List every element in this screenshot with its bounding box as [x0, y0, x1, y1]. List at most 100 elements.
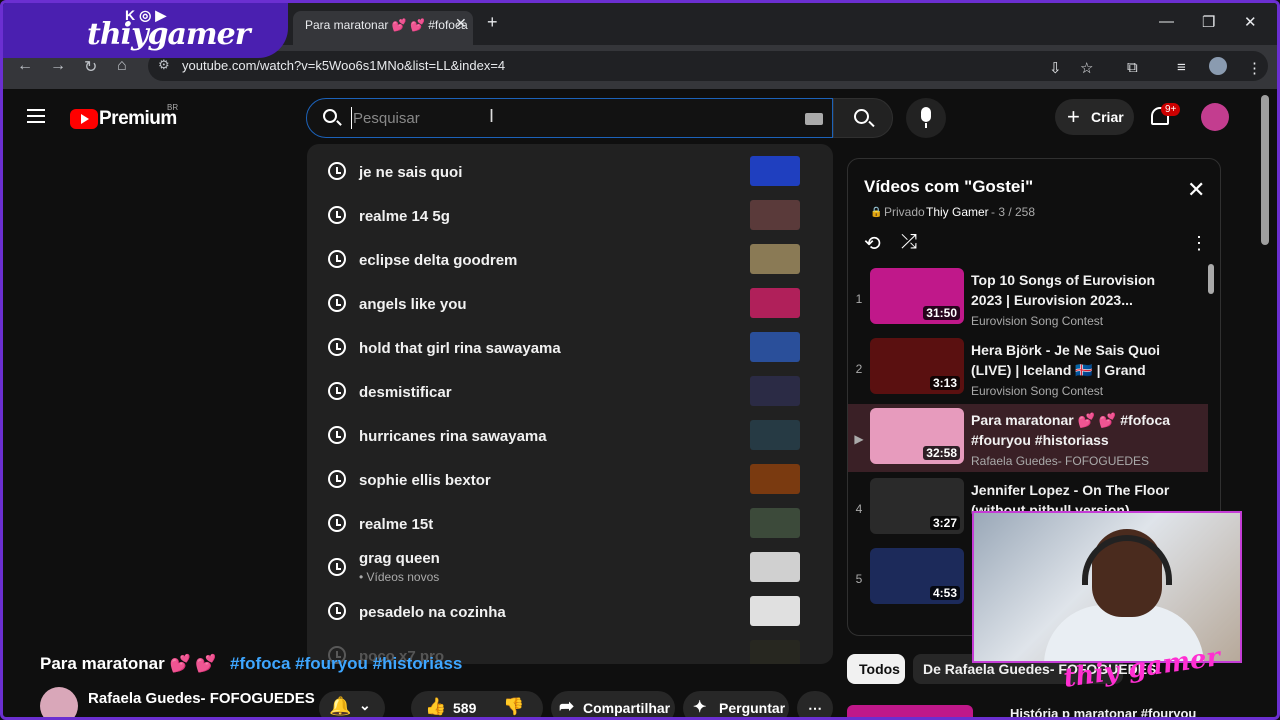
create-button[interactable]: + Criar [1055, 99, 1134, 135]
more-horizontal-icon: ⋯ [808, 700, 822, 716]
extensions-icon[interactable]: ⧉ [1127, 59, 1138, 76]
share-button[interactable]: ➦ Compartilhar [551, 691, 675, 717]
suggestion-item[interactable]: angels like you [307, 282, 833, 326]
history-icon [328, 294, 346, 312]
duration-badge: 32:58 [923, 446, 960, 460]
youtube-logo-icon[interactable] [70, 109, 98, 129]
next-video-peek[interactable]: História p maratonar #fouryou [847, 701, 1247, 717]
browser-tab[interactable]: Para maratonar 💕 💕 #fofoca [293, 11, 473, 45]
more-actions-button[interactable]: ⋯ [797, 691, 833, 717]
search-button[interactable] [833, 98, 893, 138]
more-options-icon[interactable]: ⋮ [1190, 233, 1208, 254]
back-icon[interactable]: ← [17, 57, 33, 75]
suggestion-thumbnail [750, 200, 800, 230]
playlist-item[interactable]: ▶ 32:58 Para maratonar 💕 💕 #fofoca #fouryo… [848, 404, 1208, 472]
window-close-icon[interactable]: ✕ [1244, 13, 1257, 31]
install-app-icon[interactable]: ⇩ [1049, 59, 1062, 77]
chip-all[interactable]: Todos [847, 654, 905, 684]
suggestion-item[interactable]: hold that girl rina sawayama [307, 326, 833, 370]
suggestion-thumbnail [750, 244, 800, 274]
like-count[interactable]: 589 [453, 700, 476, 716]
sparkle-icon: ✦ [693, 699, 707, 716]
channel-avatar[interactable] [40, 687, 78, 717]
forward-icon[interactable]: → [50, 57, 66, 75]
dislike-icon[interactable]: 👎 [503, 697, 524, 717]
like-icon[interactable]: 👍 [425, 697, 446, 717]
browser-menu-icon[interactable]: ⋮ [1247, 59, 1262, 77]
suggestion-item[interactable]: je ne sais quoi [307, 150, 833, 194]
playlist-item[interactable]: 2 3:13 Hera Björk - Je Ne Sais Quoi (LIVE)… [848, 334, 1208, 402]
region-label: BR [167, 103, 179, 112]
ask-button[interactable]: ✦ Perguntar [683, 691, 789, 717]
suggestion-thumbnail [750, 288, 800, 318]
create-label: Criar [1091, 109, 1124, 125]
search-suggestions: je ne sais quoi realme 14 5g eclipse delta… [307, 144, 833, 664]
suggestion-text: hurricanes rina sawayama [359, 428, 547, 445]
playlist-item-title: Top 10 Songs of Eurovision 2023 | Eurovi… [971, 272, 1156, 308]
profile-avatar[interactable] [1209, 57, 1227, 75]
suggestion-text: grag queen [359, 550, 440, 567]
account-avatar[interactable] [1201, 103, 1229, 131]
suggestion-item[interactable]: desmistificar [307, 370, 833, 414]
page-scrollbar[interactable] [1261, 95, 1269, 245]
playlist-item[interactable]: 1 31:50 Top 10 Songs of Eurovision 2023 | … [848, 264, 1208, 332]
suggestion-thumbnail [750, 596, 800, 626]
share-label: Compartilhar [583, 700, 671, 716]
suggestion-item[interactable]: realme 15t [307, 502, 833, 546]
site-info-icon[interactable]: ⚙ [158, 57, 170, 73]
menu-icon[interactable] [27, 109, 45, 123]
playlist-item-thumbnail: 31:50 [870, 268, 964, 324]
voice-search-button[interactable] [906, 98, 946, 138]
duration-badge: 31:50 [923, 306, 960, 320]
shuffle-icon[interactable]: ⤮ [901, 231, 917, 254]
suggestion-item[interactable]: realme 14 5g [307, 194, 833, 238]
microphone-icon [921, 107, 931, 128]
bookmark-star-icon[interactable]: ☆ [1080, 59, 1093, 77]
suggestion-item[interactable]: sophie ellis bextor [307, 458, 833, 502]
duration-badge: 3:27 [929, 516, 960, 530]
screen: Para maratonar 💕 💕 #fofoca ✕ + — ❐ ✕ ← →… [0, 0, 1280, 720]
new-tab-icon[interactable]: + [487, 12, 498, 33]
subscribe-bell-button[interactable]: 🔔 ⌄ [319, 691, 385, 717]
plus-icon: + [1067, 104, 1080, 129]
suggestion-thumbnail [750, 640, 800, 664]
home-icon[interactable]: ⌂ [117, 57, 127, 75]
restore-icon[interactable]: ❐ [1202, 13, 1215, 31]
close-icon[interactable]: ✕ [1187, 177, 1205, 203]
url-text: youtube.com/watch?v=k5Woo6s1MNo&list=LL&… [182, 58, 506, 73]
tab-title: Para maratonar 💕 💕 #fofoca [305, 18, 468, 32]
media-control-icon[interactable]: ≡ [1177, 59, 1186, 76]
suggestion-item[interactable]: hurricanes rina sawayama [307, 414, 833, 458]
brand-label[interactable]: Premium [99, 108, 177, 130]
history-icon [328, 382, 346, 400]
playlist-owner[interactable]: Thiy Gamer [926, 205, 989, 219]
youtube-header: Premium BR I + Criar 9+ [3, 89, 1277, 147]
minimize-icon[interactable]: — [1159, 13, 1174, 30]
webcam-overlay [972, 511, 1242, 663]
playlist-scrollbar[interactable] [1208, 264, 1214, 294]
loop-icon[interactable]: ⟲ [864, 231, 881, 256]
playlist-item-index: 4 [855, 502, 863, 516]
suggestion-thumbnail [750, 156, 800, 186]
playlist-item-index: 5 [855, 572, 863, 586]
suggestion-text: pesadelo na cozinha [359, 604, 506, 621]
playlist-title[interactable]: Vídeos com "Gostei" [864, 177, 1033, 197]
search-box[interactable]: I [306, 98, 833, 138]
channel-name[interactable]: Rafaela Guedes- FOFOGUEDES [88, 690, 315, 707]
address-bar[interactable]: ⚙ youtube.com/watch?v=k5Woo6s1MNo&list=L… [148, 51, 1268, 81]
suggestion-item[interactable]: grag queen • Vídeos novos [307, 546, 833, 590]
reload-icon[interactable]: ↻ [84, 57, 97, 77]
history-icon [328, 470, 346, 488]
suggestion-item[interactable]: eclipse delta goodrem [307, 238, 833, 282]
search-input[interactable] [351, 107, 791, 129]
video-hashtags[interactable]: #fofoca #fouryou #historiass [230, 654, 462, 674]
suggestion-item[interactable]: pesadelo na cozinha [307, 590, 833, 634]
streamer-name: thiygamer [87, 17, 251, 52]
suggestion-subtitle: • Vídeos novos [359, 570, 440, 584]
close-tab-icon[interactable]: ✕ [455, 15, 467, 32]
keyboard-icon[interactable] [805, 113, 823, 125]
duration-badge: 4:53 [929, 586, 960, 600]
suggestion-text: desmistificar [359, 384, 452, 401]
like-dislike-group: 👍 589 👎 [411, 691, 543, 717]
streamer-logo-overlay: K◎▶ thiygamer [3, 3, 288, 58]
